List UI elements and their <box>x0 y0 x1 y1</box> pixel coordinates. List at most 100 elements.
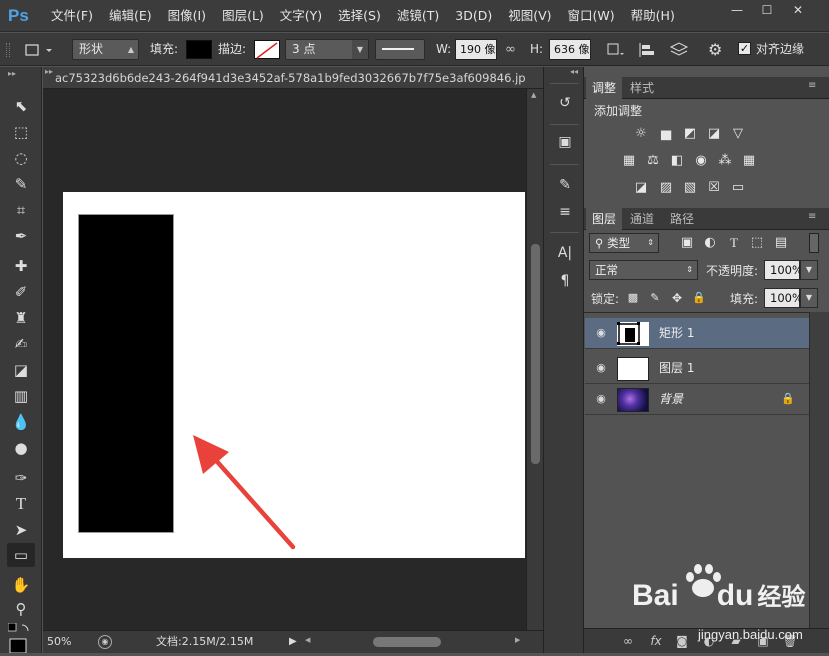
path-selection-tool-icon[interactable]: ➤ <box>7 518 35 542</box>
pen-tool-icon[interactable]: ✑ <box>7 466 35 490</box>
crop-tool-icon[interactable]: ⌗ <box>7 198 35 222</box>
tab-layers[interactable]: 图层 <box>586 208 623 230</box>
clone-stamp-tool-icon[interactable]: ♜ <box>7 306 35 330</box>
lock-transparency-icon[interactable]: ▩ <box>624 289 642 307</box>
eraser-tool-icon[interactable]: ◪ <box>7 358 35 382</box>
invert-icon[interactable]: ◪ <box>632 179 650 197</box>
color-lookup-icon[interactable]: ▦ <box>740 152 758 170</box>
menu-view[interactable]: 视图(V) <box>508 0 551 32</box>
filter-shape-icon[interactable]: ⬚ <box>748 234 766 252</box>
history-panel-icon[interactable]: ↺ <box>553 91 577 115</box>
tool-preset-picker[interactable] <box>24 42 54 58</box>
stroke-width-dropdown[interactable]: 3 点 ▼ <box>285 39 369 60</box>
lock-position-icon[interactable]: ✥ <box>668 289 686 307</box>
filter-toggle[interactable] <box>809 233 819 253</box>
filter-smart-object-icon[interactable]: ▤ <box>772 234 790 252</box>
menu-help[interactable]: 帮助(H) <box>631 0 675 32</box>
fill-slider-toggle[interactable]: ▼ <box>800 288 818 308</box>
tab-paths[interactable]: 路径 <box>664 208 700 230</box>
scroll-up-icon[interactable]: ▲ <box>531 91 536 99</box>
move-tool-icon[interactable]: ⬉ <box>7 94 35 118</box>
document-canvas[interactable] <box>63 192 525 558</box>
layer-row[interactable]: ◉ 矩形 1 <box>585 318 809 349</box>
black-rectangle-shape[interactable] <box>78 214 174 533</box>
layer-row[interactable]: ◉ 背景 🔒 <box>585 384 809 415</box>
menu-file[interactable]: 文件(F) <box>51 0 93 32</box>
lasso-tool-icon[interactable]: ◌ <box>7 146 35 170</box>
gear-icon[interactable]: ⚙ <box>708 40 732 60</box>
tab-styles[interactable]: 样式 <box>624 77 660 99</box>
healing-brush-tool-icon[interactable]: ✚ <box>7 254 35 278</box>
blur-tool-icon[interactable]: 💧 <box>7 410 35 434</box>
play-icon[interactable]: ▶ <box>289 636 299 648</box>
minimize-button[interactable]: — <box>722 0 752 20</box>
horizontal-scroll-thumb[interactable] <box>373 637 441 647</box>
curves-icon[interactable]: ◩ <box>681 125 699 143</box>
marquee-tool-icon[interactable]: ⬚ <box>7 120 35 144</box>
status-info-icon[interactable]: ◉ <box>98 635 112 649</box>
tab-adjustments[interactable]: 调整 <box>586 77 623 99</box>
close-button[interactable]: ✕ <box>783 0 813 20</box>
brush-panel-icon[interactable]: ✎ <box>553 173 577 197</box>
filter-type-icon[interactable]: T <box>725 234 743 252</box>
path-operations-icon[interactable] <box>604 41 628 59</box>
collapse-icon[interactable]: ▸▸ <box>45 67 53 76</box>
selective-color-icon[interactable]: ☒ <box>705 179 723 197</box>
document-tab[interactable]: ▸▸ ac75323d6b6de243-264f941d3e3452af-578… <box>43 67 543 89</box>
character-panel-icon[interactable]: A| <box>553 241 577 265</box>
hand-tool-icon[interactable]: ✋ <box>7 573 35 597</box>
fill-color-swatch[interactable] <box>186 40 212 59</box>
hue-saturation-icon[interactable]: ▦ <box>620 152 638 170</box>
opacity-field[interactable]: 100% <box>764 260 803 280</box>
brightness-contrast-icon[interactable]: ☼ <box>632 125 650 143</box>
color-swatches[interactable] <box>7 622 32 654</box>
channel-mixer-icon[interactable]: ⁂ <box>716 152 734 170</box>
menu-3d[interactable]: 3D(D) <box>455 0 492 32</box>
panel-menu-icon[interactable]: ≡ <box>808 211 816 222</box>
rectangle-tool-icon[interactable]: ▭ <box>7 543 35 567</box>
type-tool-icon[interactable]: T <box>7 492 35 516</box>
scroll-right-icon[interactable]: ▶ <box>515 636 520 644</box>
quick-select-tool-icon[interactable]: ✎ <box>7 172 35 196</box>
menu-select[interactable]: 选择(S) <box>338 0 381 32</box>
path-arrangement-icon[interactable] <box>667 41 691 59</box>
zoom-level[interactable]: 50% <box>47 631 71 653</box>
dodge-tool-icon[interactable]: ● <box>7 436 35 460</box>
height-field[interactable]: 636 像素 <box>549 39 591 60</box>
filter-pixel-icon[interactable]: ▣ <box>678 234 696 252</box>
link-icon[interactable]: ∞ <box>505 42 521 58</box>
color-balance-icon[interactable]: ⚖ <box>644 152 662 170</box>
paragraph-panel-icon[interactable]: ¶ <box>553 269 577 293</box>
gradient-tool-icon[interactable]: ▥ <box>7 384 35 408</box>
opacity-slider-toggle[interactable]: ▼ <box>800 260 818 280</box>
panel-menu-icon[interactable]: ≡ <box>808 80 816 91</box>
gradient-map-icon[interactable]: ▭ <box>729 179 747 197</box>
visibility-eye-icon[interactable]: ◉ <box>593 325 609 341</box>
blend-mode-dropdown[interactable]: 正常 ⇕ <box>589 260 698 280</box>
path-alignment-icon[interactable] <box>636 41 660 59</box>
visibility-eye-icon[interactable]: ◉ <box>593 360 609 376</box>
exposure-icon[interactable]: ◪ <box>705 125 723 143</box>
lock-pixels-icon[interactable]: ✎ <box>646 289 664 307</box>
zoom-tool-icon[interactable]: ⚲ <box>7 597 35 621</box>
shape-mode-dropdown[interactable]: 形状 ▲ <box>72 39 139 60</box>
history-brush-tool-icon[interactable]: ✍ <box>7 332 35 356</box>
menu-type[interactable]: 文字(Y) <box>280 0 322 32</box>
photo-filter-icon[interactable]: ◉ <box>692 152 710 170</box>
menu-window[interactable]: 窗口(W) <box>568 0 615 32</box>
menu-filter[interactable]: 滤镜(T) <box>397 0 439 32</box>
brush-tool-icon[interactable]: ✐ <box>7 280 35 304</box>
stroke-color-swatch[interactable] <box>254 40 280 59</box>
stroke-type-dropdown[interactable] <box>375 39 425 60</box>
width-field[interactable]: 190 像素 <box>455 39 497 60</box>
menu-edit[interactable]: 编辑(E) <box>109 0 152 32</box>
align-edges-checkbox[interactable]: ✓ <box>738 42 751 55</box>
restore-button[interactable]: ☐ <box>752 0 782 20</box>
lock-all-icon[interactable]: 🔒 <box>690 289 708 307</box>
visibility-eye-icon[interactable]: ◉ <box>593 391 609 407</box>
brush-presets-icon[interactable]: ≡ <box>553 200 577 224</box>
vertical-scroll-thumb[interactable] <box>531 244 540 464</box>
threshold-icon[interactable]: ▧ <box>681 179 699 197</box>
vibrance-icon[interactable]: ▽ <box>729 125 747 143</box>
menu-image[interactable]: 图像(I) <box>168 0 206 32</box>
